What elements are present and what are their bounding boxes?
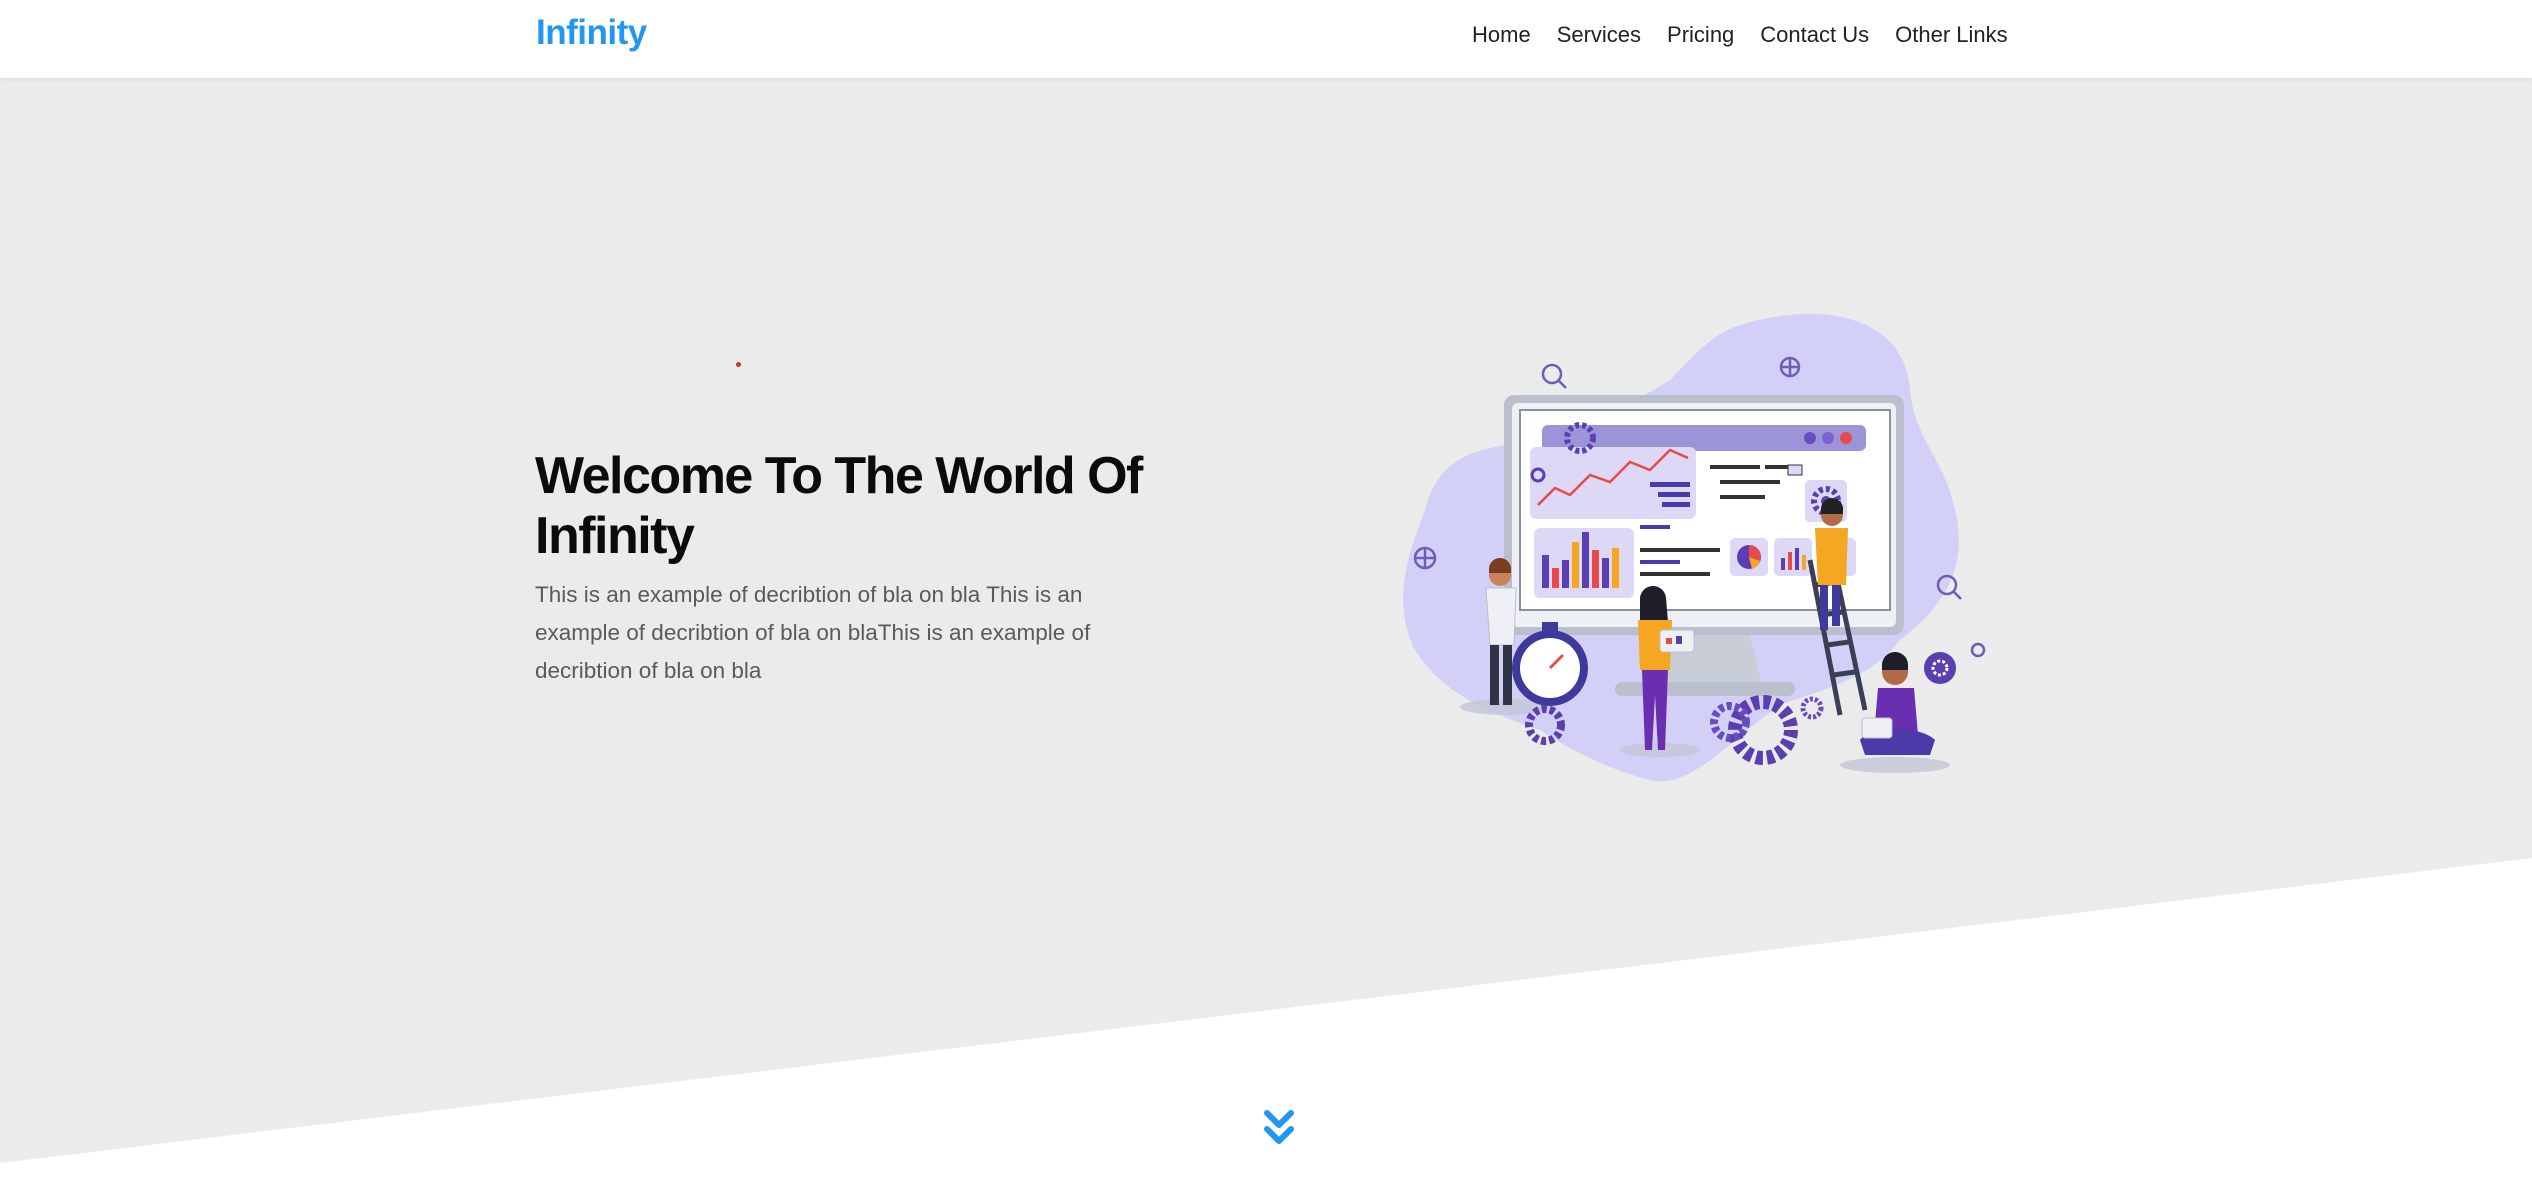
hero-description: This is an example of decribtion of bla …: [535, 582, 1091, 683]
hero-section: [0, 78, 2532, 1163]
nav-link-other-links[interactable]: Other Links: [1895, 22, 2008, 47]
nav-link-pricing[interactable]: Pricing: [1667, 22, 1734, 47]
scroll-down-button[interactable]: [1264, 1108, 1294, 1152]
hero-title: Welcome To The World Of Infinity: [535, 447, 1143, 565]
nav-link-contact-us[interactable]: Contact Us: [1760, 22, 1869, 47]
nav-link-home[interactable]: Home: [1472, 22, 1531, 47]
brand-logo[interactable]: Infinity: [536, 13, 647, 53]
navbar: Infinity Home Services Pricing Contact U…: [0, 0, 2532, 78]
hero-illustration: [1403, 313, 1986, 782]
double-chevron-down-icon: [1264, 1110, 1294, 1144]
nav-item-home: Home: [1472, 22, 1531, 48]
nav-item-services: Services: [1557, 22, 1641, 48]
decorative-dot: [736, 362, 741, 367]
nav-item-contact: Contact Us: [1760, 22, 1869, 48]
nav-links: Home Services Pricing Contact Us Other L…: [1472, 22, 2008, 48]
nav-link-services[interactable]: Services: [1557, 22, 1641, 47]
person-sitting: [1860, 651, 1956, 755]
nav-item-other: Other Links: [1895, 22, 2008, 48]
nav-item-pricing: Pricing: [1667, 22, 1734, 48]
